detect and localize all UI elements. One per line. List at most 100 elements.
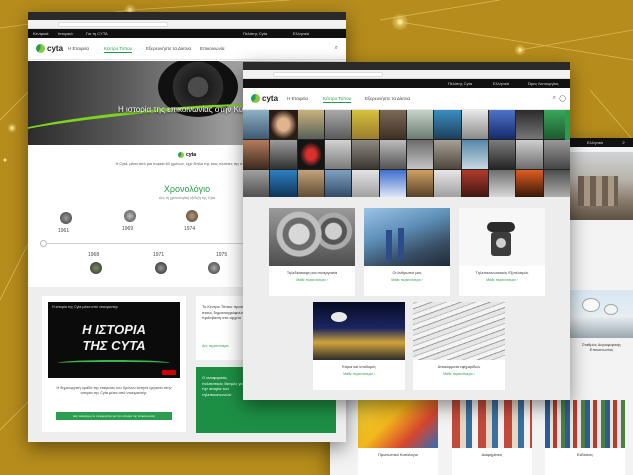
mosaic-photo[interactable]: [461, 170, 488, 199]
top-link[interactable]: Κεντρικά: [33, 31, 48, 36]
card-title: Προσωπικό Κατάλογοι: [378, 452, 418, 457]
card-title: Κτίρια και υποδομές: [342, 365, 376, 369]
card-link[interactable]: Μάθε περισσότερα ›: [364, 278, 450, 282]
video-big-text: ΤΗΣ CYTA: [82, 338, 146, 353]
mosaic-photo[interactable]: [243, 170, 270, 199]
category-card[interactable]: Οι άνθρωποί μας Μάθε περισσότερα ›: [364, 208, 450, 296]
search-icon[interactable]: ⌕: [622, 140, 625, 146]
mosaic-photo[interactable]: [543, 170, 570, 199]
card-link[interactable]: Μάθε περισσότερα ›: [413, 372, 505, 376]
mosaic-photo[interactable]: [379, 140, 406, 169]
mosaic-photo[interactable]: [325, 110, 352, 139]
publications-photo: [545, 400, 625, 448]
mosaic-photo[interactable]: [325, 140, 352, 169]
mosaic-photo[interactable]: [352, 170, 379, 199]
card-personnel[interactable]: Προσωπικό Κατάλογοι: [358, 400, 438, 475]
mosaic-photo[interactable]: [325, 170, 352, 199]
language-select[interactable]: Ελληνικά: [493, 81, 509, 86]
contact-link[interactable]: Ώρες Λειτουργίας: [528, 81, 559, 86]
ads-photo: [452, 400, 532, 448]
youtube-icon[interactable]: [162, 370, 176, 375]
timeline-photo[interactable]: [208, 262, 220, 274]
top-link[interactable]: Ιστορικό: [58, 31, 73, 36]
mosaic-photo[interactable]: [434, 110, 461, 139]
address-bar[interactable]: [28, 20, 346, 29]
mosaic-photo[interactable]: [352, 140, 379, 169]
mosaic-photo[interactable]: [270, 170, 297, 199]
nav-explore[interactable]: Εξερευνήστε τα Δίκτυα: [365, 96, 410, 101]
feedback-tab[interactable]: [565, 110, 570, 140]
personnel-photo: [358, 400, 438, 448]
mosaic-photo[interactable]: [352, 110, 379, 139]
card-photo-newspapers: [413, 302, 505, 360]
mosaic-photo[interactable]: [543, 140, 570, 169]
search-icon[interactable]: ⌕: [553, 95, 556, 102]
language-select[interactable]: Ελληνικά: [293, 31, 309, 36]
cyta-logo[interactable]: cyta: [36, 44, 63, 53]
mosaic-photo[interactable]: [516, 170, 543, 199]
side-link[interactable]: Δες περισσότερα: [202, 344, 228, 348]
account-link[interactable]: Πελάτης Cyta: [448, 81, 472, 86]
mosaic-photo[interactable]: [407, 170, 434, 199]
card-link[interactable]: Μάθε περισσότερα ›: [459, 278, 545, 282]
card-ads[interactable]: Διαφημίσεις: [452, 400, 532, 475]
video-player[interactable]: Η ιστορία της Cyta μέσα από ντοκιμαντέρ …: [48, 302, 180, 378]
search-icon[interactable]: ⌕: [335, 45, 338, 52]
browser-window-center: Πελάτης Cyta Ελληνικά Ώρες Λειτουργίας c…: [243, 62, 570, 400]
card-title: Οι άνθρωποί μας: [392, 271, 422, 275]
nav-press-center[interactable]: Κέντρο Τύπου: [104, 46, 133, 53]
photo-mosaic: [243, 110, 570, 199]
mosaic-photo[interactable]: [297, 110, 324, 139]
account-link[interactable]: Πελάτης Cyta: [243, 31, 267, 36]
card-photo-people: [364, 208, 450, 266]
nav-company[interactable]: Η Εταιρεία: [287, 96, 308, 101]
timeline-photo[interactable]: [60, 212, 72, 224]
mosaic-photo[interactable]: [297, 140, 324, 169]
timeline-photo[interactable]: [155, 262, 167, 274]
mosaic-photo[interactable]: [461, 140, 488, 169]
address-bar[interactable]: [243, 70, 570, 79]
main-nav: cyta Η Εταιρεία Κέντρο Τύπου Εξερευνήστε…: [28, 38, 346, 60]
mosaic-photo[interactable]: [516, 110, 543, 139]
mosaic-photo[interactable]: [489, 170, 516, 199]
category-card[interactable]: Τηλεδιάσκεψη και συνεργασία Μάθε περισσό…: [269, 208, 355, 296]
timeline-photo[interactable]: [186, 210, 198, 222]
documentary-button[interactable]: Δες ολόκληρο το ντοκιμαντέρ για την ιστο…: [56, 412, 172, 420]
timeline-photo[interactable]: [124, 210, 136, 222]
mosaic-photo[interactable]: [489, 110, 516, 139]
nav-explore[interactable]: Εξερευνήστε τα Δίκτυα: [146, 46, 191, 51]
mosaic-photo[interactable]: [489, 140, 516, 169]
green-box-text: Ο αναφορικός πολιτιστικός θεσμός για την…: [202, 375, 244, 397]
category-card[interactable]: Τηλεπικοινωνιακός Εξοπλισμός Μάθε περισσ…: [459, 208, 545, 296]
mosaic-photo[interactable]: [270, 110, 297, 139]
timeline-start-dot[interactable]: [40, 240, 47, 247]
top-link[interactable]: Για τη CYTA: [86, 31, 108, 36]
mosaic-photo[interactable]: [516, 140, 543, 169]
nav-press-center[interactable]: Κέντρο Τύπου: [323, 96, 352, 103]
building-photo: [568, 152, 633, 220]
mosaic-photo[interactable]: [379, 170, 406, 199]
user-icon[interactable]: ◯: [559, 95, 566, 102]
mosaic-photo[interactable]: [407, 140, 434, 169]
mosaic-photo[interactable]: [297, 170, 324, 199]
category-card[interactable]: Κτίρια και υποδομές Μάθε περισσότερα ›: [313, 302, 405, 390]
timeline-year: 1971: [153, 252, 165, 258]
card-publications[interactable]: Εκδόσεις: [545, 400, 625, 475]
mosaic-photo[interactable]: [434, 170, 461, 199]
mosaic-photo[interactable]: [379, 110, 406, 139]
timeline-photo[interactable]: [90, 262, 102, 274]
mosaic-photo[interactable]: [434, 140, 461, 169]
mosaic-photo[interactable]: [243, 140, 270, 169]
nav-company[interactable]: Η Εταιρεία: [68, 46, 89, 51]
category-card[interactable]: Αποκόμματα εφημερίδων Μάθε περισσότερα ›: [413, 302, 505, 390]
cyta-logo[interactable]: cyta: [251, 94, 278, 103]
language-select[interactable]: Ελληνικά: [587, 140, 603, 145]
mosaic-photo[interactable]: [270, 140, 297, 169]
mosaic-photo[interactable]: [461, 110, 488, 139]
nav-contact[interactable]: Επικοινωνία: [200, 46, 224, 51]
mosaic-photo[interactable]: [407, 110, 434, 139]
card-link[interactable]: Μάθε περισσότερα ›: [313, 372, 405, 376]
video-card: Η ιστορία της Cyta μέσα από ντοκιμαντέρ …: [42, 296, 186, 432]
mosaic-photo[interactable]: [243, 110, 270, 139]
card-link[interactable]: Μάθε περισσότερα ›: [269, 278, 355, 282]
